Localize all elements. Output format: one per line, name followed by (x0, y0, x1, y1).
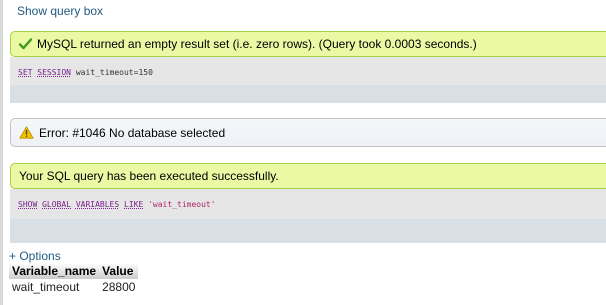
sql-query-box: SET SESSION wait_timeout=150 (10, 57, 606, 103)
options-link[interactable]: + Options (9, 249, 61, 263)
check-icon (19, 38, 32, 50)
table-header-row: Variable_name Value (9, 263, 139, 279)
column-header-variable-name[interactable]: Variable_name (9, 263, 100, 279)
show-query-box-link[interactable]: Show query box (17, 4, 103, 18)
sql-keyword[interactable]: VARIABLES (76, 200, 119, 209)
sql-text: wait_timeout=150 (75, 68, 153, 77)
sql-query-toolbar (10, 219, 606, 243)
sql-query-box: SHOW GLOBAL VARIABLES LIKE 'wait_timeout… (10, 189, 606, 243)
success-message-text: MySQL returned an empty result set (i.e.… (37, 37, 477, 51)
sql-keyword[interactable]: SESSION (37, 68, 71, 77)
success-message: MySQL returned an empty result set (i.e.… (10, 31, 606, 57)
left-border (0, 0, 3, 305)
table-row: wait_timeout 28800 (9, 279, 138, 295)
warning-icon (19, 126, 34, 139)
table-cell: 28800 (102, 280, 136, 294)
sql-keyword[interactable]: LIKE (124, 200, 143, 209)
sql-query-line: SHOW GLOBAL VARIABLES LIKE 'wait_timeout… (18, 200, 216, 209)
success-message-text: Your SQL query has been executed success… (19, 169, 279, 183)
sql-keyword[interactable]: GLOBAL (42, 200, 71, 209)
results-table: Variable_name Value wait_timeout 28800 (9, 263, 139, 295)
column-header-value[interactable]: Value (99, 263, 139, 279)
sql-keyword[interactable]: SET (18, 68, 32, 77)
table-cell: wait_timeout (12, 280, 80, 294)
sql-string: 'wait_timeout' (148, 200, 216, 209)
sql-query-line: SET SESSION wait_timeout=150 (18, 68, 153, 77)
success-message: Your SQL query has been executed success… (10, 163, 606, 189)
error-message: Error: #1046 No database selected (10, 118, 606, 147)
error-message-text: Error: #1046 No database selected (39, 125, 226, 140)
sql-query-toolbar (10, 85, 606, 103)
sql-keyword[interactable]: SHOW (18, 200, 37, 209)
